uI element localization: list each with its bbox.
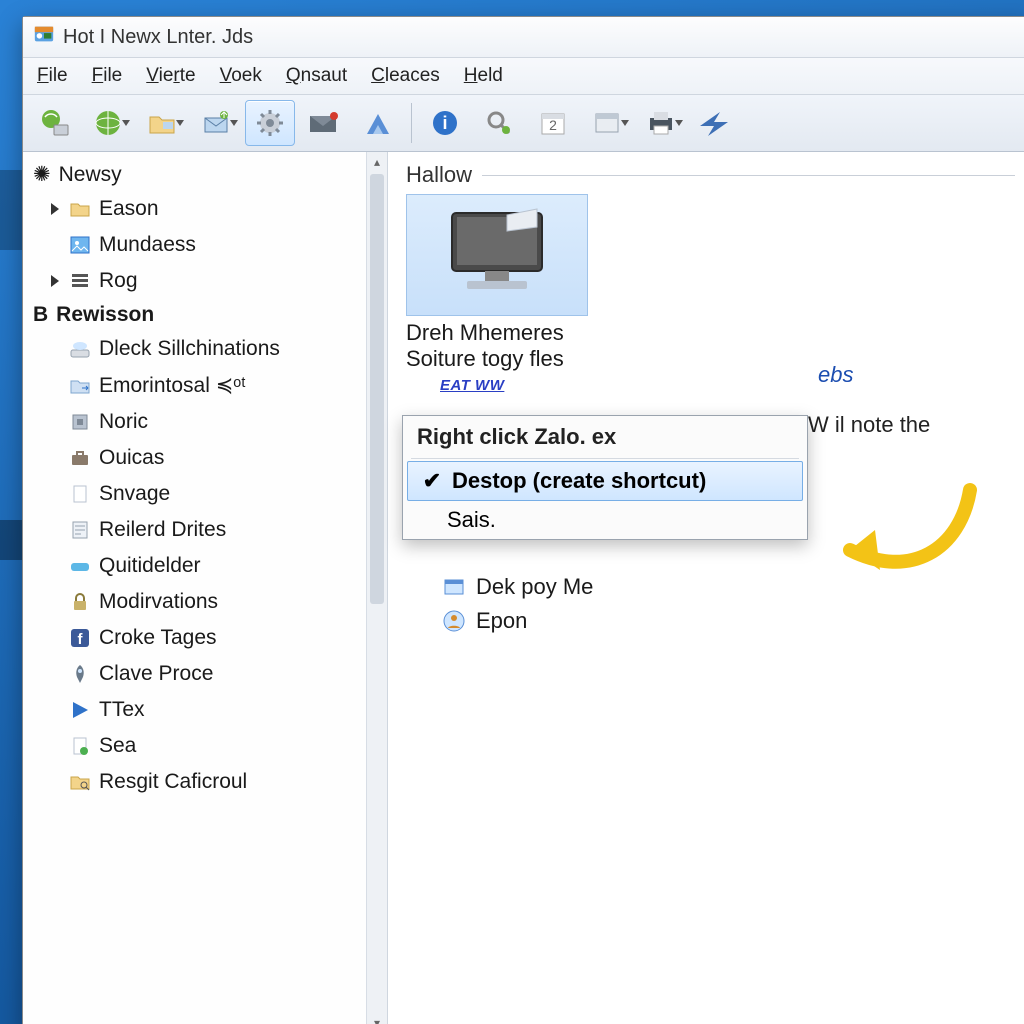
tool-flash[interactable] [690, 100, 740, 146]
tool-globe[interactable] [83, 100, 133, 146]
tool-info[interactable]: i [420, 100, 470, 146]
content-group-label: Hallow [406, 162, 472, 188]
tree-item[interactable]: Resgit Caficroul [29, 764, 364, 800]
tool-envelope[interactable] [299, 100, 349, 146]
partial-text: W il note the [808, 412, 930, 438]
menu-vierte[interactable]: Vierte [146, 65, 195, 87]
globe-user-icon [442, 609, 466, 633]
menu-bar: File File Vierte Voek Qnsaut Cleaces Hel… [23, 58, 1024, 95]
folder-search-icon [69, 771, 91, 793]
tree-item[interactable]: Sea [29, 728, 364, 764]
doc-green-icon [69, 735, 91, 757]
stack-icon [69, 270, 91, 292]
list-item[interactable]: Epon [442, 608, 1015, 634]
content-pane: Hallow Dreh Mhemeres [388, 152, 1024, 1024]
tool-home-globe[interactable] [29, 100, 79, 146]
tree-item-mundaess[interactable]: Mundaess [29, 227, 364, 263]
svg-text:i: i [442, 113, 447, 133]
tree-item[interactable]: Emorintosal ≼ᵒᵗ [29, 367, 364, 404]
facebook-icon: f [69, 627, 91, 649]
tree-item[interactable]: Reilerd Drites [29, 512, 364, 548]
menu-held[interactable]: Held [464, 65, 503, 87]
chip-icon [69, 411, 91, 433]
tool-peak[interactable] [353, 100, 403, 146]
context-menu: Right click Zalo. ex ✔ Destop (create sh… [402, 415, 808, 540]
menu-voek[interactable]: Voek [220, 65, 262, 87]
tree-item[interactable]: fCroke Tages [29, 620, 364, 656]
sidebar-section-label: Rewisson [56, 303, 154, 327]
menu-cleaces[interactable]: Cleaces [371, 65, 440, 87]
sidebar-scrollbar[interactable]: ▴ ▾ [366, 152, 387, 1024]
content-group: Hallow [406, 162, 1015, 188]
drive-cloud-icon [69, 338, 91, 360]
tool-mail-up[interactable] [191, 100, 241, 146]
menu-file-1[interactable]: File [37, 65, 68, 87]
menu-qnsaut[interactable]: Qnsaut [286, 65, 347, 87]
tree-item-rog[interactable]: Rog [29, 263, 364, 299]
window-title: Hot I Newx Lnter. Jds [63, 26, 253, 49]
list-item[interactable]: Dek poy Me [442, 574, 1015, 600]
toolbar: i 2 [23, 95, 1024, 152]
item-caption-2: Soiture togy fles [406, 346, 596, 372]
content-item[interactable]: Dreh Mhemeres Soiture togy fles [406, 194, 596, 373]
scroll-thumb[interactable] [370, 174, 384, 604]
tree-item[interactable]: TTex [29, 692, 364, 728]
menu-file-2[interactable]: File [92, 65, 123, 87]
expand-icon[interactable] [51, 203, 59, 215]
doc-icon [69, 483, 91, 505]
toolbar-separator [411, 103, 412, 143]
gear-small-icon: ✺ [33, 162, 51, 187]
tool-folder[interactable] [137, 100, 187, 146]
tree-item[interactable]: Noric [29, 404, 364, 440]
lock-icon [69, 591, 91, 613]
folder-go-icon [69, 375, 91, 397]
sidebar-section-newsy[interactable]: ✺ Newsy [29, 158, 364, 191]
tool-printer[interactable] [636, 100, 686, 146]
play-icon [69, 699, 91, 721]
notepad-icon [69, 519, 91, 541]
tree-item[interactable]: Quitidelder [29, 548, 364, 584]
tree-item[interactable]: Ouicas [29, 440, 364, 476]
window-doc-icon [442, 575, 466, 599]
app-icon [33, 23, 55, 51]
tool-gear[interactable] [245, 100, 295, 146]
picture-icon [69, 234, 91, 256]
sidebar-section-label: Newsy [59, 163, 122, 187]
expand-icon[interactable] [51, 275, 59, 287]
drive-blue-icon [69, 555, 91, 577]
sidebar-section-rewisson[interactable]: B Rewisson [29, 299, 364, 331]
scroll-down-icon[interactable]: ▾ [367, 1013, 387, 1024]
check-icon: ✔ [422, 468, 442, 494]
svg-text:2: 2 [549, 117, 557, 133]
tool-window[interactable] [582, 100, 632, 146]
context-menu-item-sais[interactable]: Sais. [403, 501, 807, 539]
monitor-icon [406, 194, 588, 316]
item-caption-1: Dreh Mhemeres [406, 320, 596, 346]
tree-item[interactable]: Clave Proce [29, 656, 364, 692]
context-menu-item-desktop-shortcut[interactable]: ✔ Destop (create shortcut) [407, 461, 803, 501]
scroll-up-icon[interactable]: ▴ [367, 152, 387, 172]
context-menu-title: Right click Zalo. ex [403, 416, 807, 456]
folder-icon [69, 198, 91, 220]
tool-calendar[interactable]: 2 [528, 100, 578, 146]
briefcase-icon [69, 447, 91, 469]
tool-search[interactable] [474, 100, 524, 146]
sidebar: ✺ Newsy Eason Mundaess [23, 152, 388, 1024]
tree-item[interactable]: Modirvations [29, 584, 364, 620]
rocket-icon [69, 663, 91, 685]
title-bar[interactable]: Hot I Newx Lnter. Jds [23, 17, 1024, 58]
tree-item[interactable]: Dleck Sillchinations [29, 331, 364, 367]
tree-item-eason[interactable]: Eason [29, 191, 364, 227]
mini-link[interactable]: EAT WW [440, 377, 1015, 394]
tree-item[interactable]: Snvage [29, 476, 364, 512]
partial-link[interactable]: ebs [818, 362, 853, 388]
